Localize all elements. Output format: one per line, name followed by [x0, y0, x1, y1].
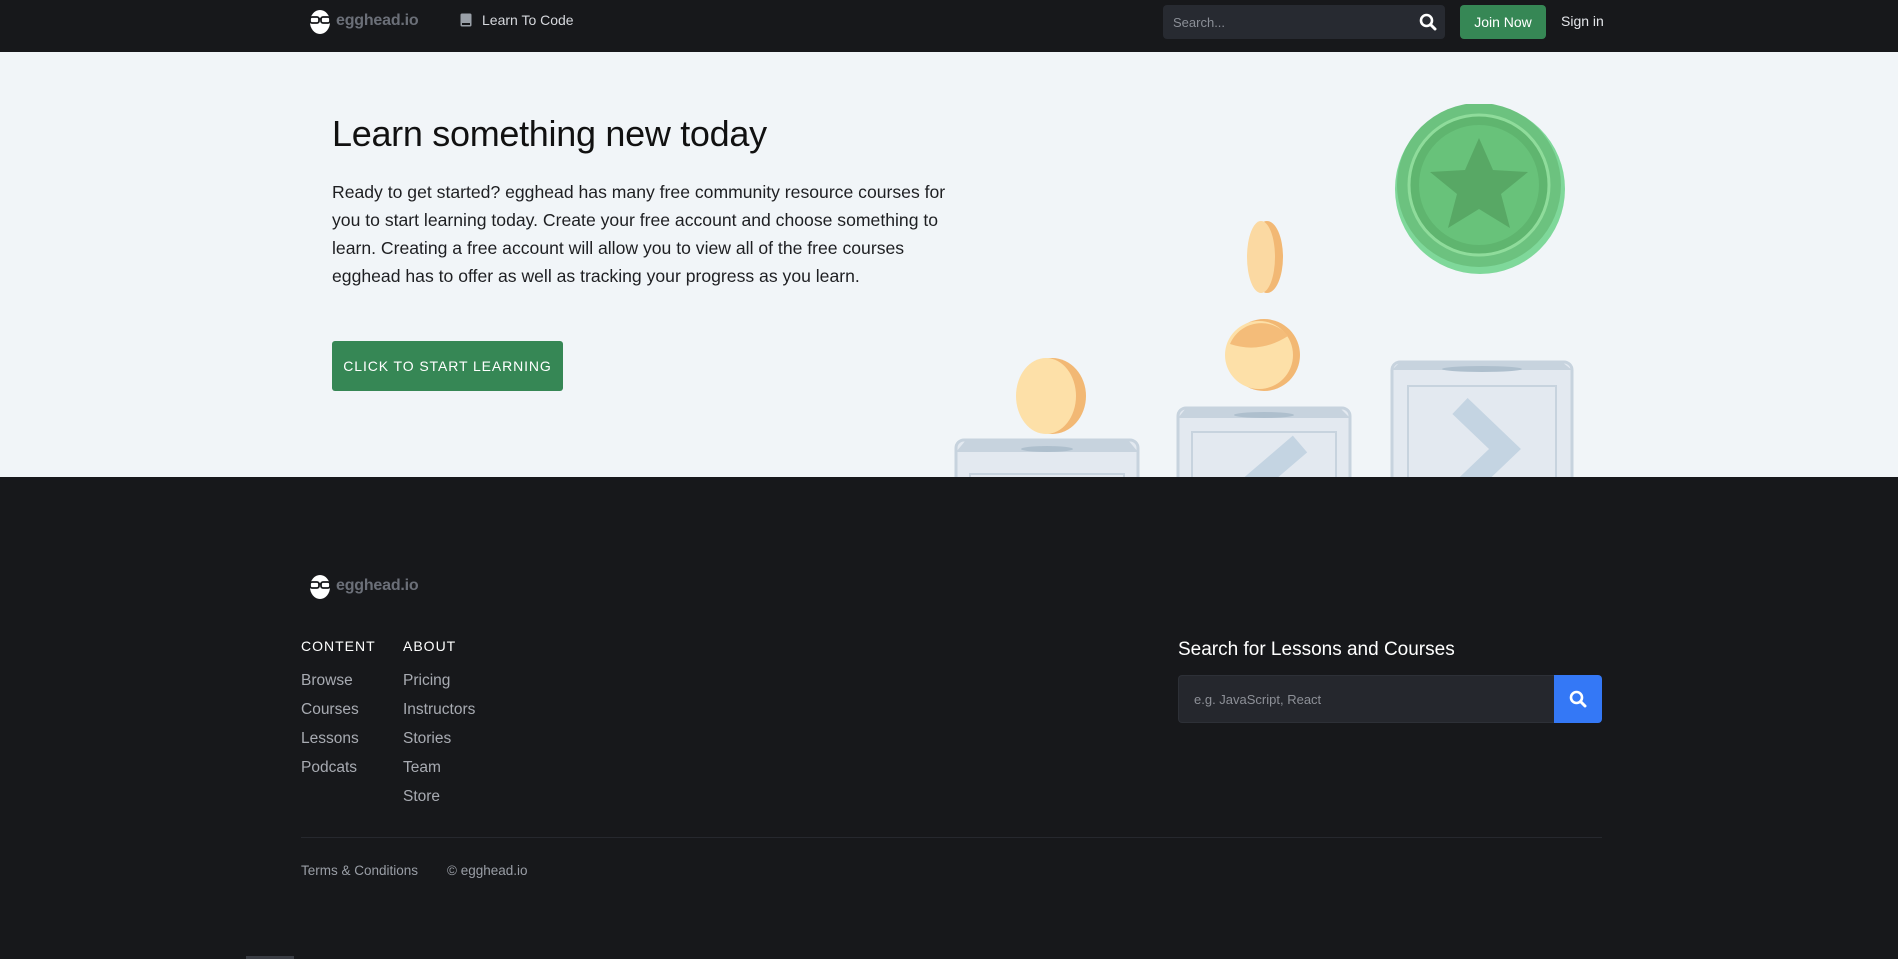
learn-to-code-label: Learn To Code	[482, 12, 574, 28]
logo-text: egghead.io	[336, 12, 419, 29]
nav-search-input[interactable]	[1163, 5, 1403, 39]
block-middle	[1176, 406, 1352, 477]
nav-search-box	[1163, 5, 1445, 39]
footer-search-button[interactable]	[1554, 675, 1602, 723]
block-left	[954, 438, 1140, 477]
egghead-logo-icon	[309, 10, 331, 34]
footer-logo-text: egghead.io	[336, 577, 419, 594]
star-coin-icon	[1395, 104, 1565, 274]
footer-link-store[interactable]: Store	[403, 788, 440, 806]
terms-link[interactable]: Terms & Conditions	[301, 863, 418, 878]
top-navbar: egghead.io Learn To Code Join Now Sign i…	[0, 0, 1898, 52]
footer-link-team[interactable]: Team	[403, 759, 441, 777]
hero-title: Learn something new today	[332, 113, 767, 154]
footer-logo[interactable]: egghead.io	[308, 572, 419, 600]
footer-link-lessons[interactable]: Lessons	[301, 730, 359, 748]
sign-in-link[interactable]: Sign in	[1561, 13, 1604, 29]
footer-link-courses[interactable]: Courses	[301, 701, 359, 719]
footer-search-input[interactable]	[1178, 675, 1554, 723]
learn-to-code-link[interactable]: Learn To Code	[460, 12, 574, 28]
hero-description: Ready to get started? egghead has many f…	[332, 182, 946, 286]
about-heading: ABOUT	[403, 638, 457, 654]
footer-divider	[301, 837, 1602, 838]
start-learning-button[interactable]: CLICK TO START LEARNING	[332, 341, 563, 391]
footer-link-stories[interactable]: Stories	[403, 730, 451, 748]
footer-link-pricing[interactable]: Pricing	[403, 672, 450, 690]
content-heading: CONTENT	[301, 638, 376, 654]
search-icon	[1569, 690, 1587, 708]
egghead-logo-icon	[309, 575, 331, 599]
gold-coin-1	[1247, 221, 1283, 293]
footer-link-instructors[interactable]: Instructors	[403, 701, 475, 719]
footer-search-box	[1178, 675, 1602, 723]
search-icon[interactable]	[1419, 13, 1437, 31]
footer-search-title: Search for Lessons and Courses	[1178, 639, 1455, 660]
footer-link-podcasts[interactable]: Podcats	[301, 759, 357, 777]
footer-link-browse[interactable]: Browse	[301, 672, 353, 690]
copyright-text: © egghead.io	[447, 863, 528, 878]
gold-coin-3	[1016, 358, 1086, 434]
gold-coin-2	[1225, 319, 1300, 391]
hero-section: Learn something new today Ready to get s…	[0, 52, 1898, 477]
egghead-logo[interactable]: egghead.io	[308, 7, 419, 35]
book-icon	[460, 13, 472, 27]
learning-blocks-illustration	[954, 104, 1574, 477]
block-right	[1390, 360, 1574, 477]
join-now-button[interactable]: Join Now	[1460, 5, 1546, 39]
